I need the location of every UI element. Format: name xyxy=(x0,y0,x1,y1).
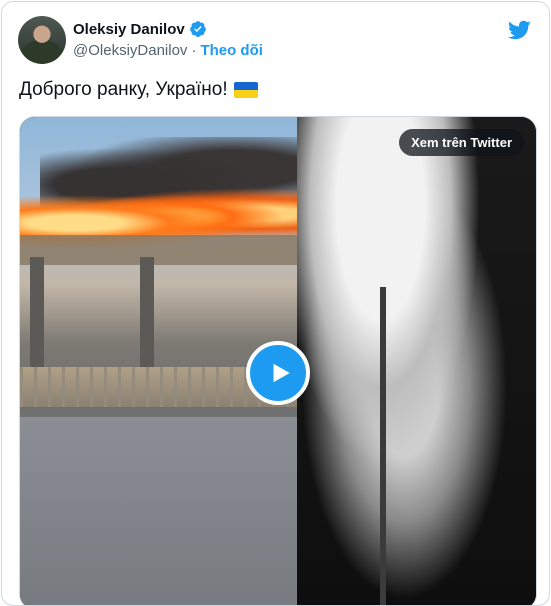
ukraine-flag-icon xyxy=(233,82,258,98)
avatar[interactable] xyxy=(18,16,66,64)
author-handle[interactable]: @OleksiyDanilov xyxy=(73,42,187,59)
author-name[interactable]: Oleksiy Danilov xyxy=(73,21,185,38)
author-name-row[interactable]: Oleksiy Danilov xyxy=(73,20,207,38)
video-player[interactable]: Xem trên Twitter xyxy=(19,116,537,605)
video-frame-right xyxy=(297,117,536,605)
play-icon xyxy=(273,363,290,383)
separator-dot: · xyxy=(191,42,197,59)
play-button[interactable] xyxy=(246,341,310,405)
tweet-text-row: Доброго ранку, Україно! xyxy=(19,79,258,101)
watch-on-twitter-button[interactable]: Xem trên Twitter xyxy=(399,129,524,156)
microphone-stand xyxy=(380,287,386,605)
tweet-text: Доброго ранку, Україно! xyxy=(19,79,228,100)
follow-button[interactable]: Theo dõi xyxy=(200,42,263,59)
verified-badge-icon xyxy=(189,21,206,37)
twitter-bird-icon[interactable] xyxy=(507,18,531,42)
handle-row: @OleksiyDanilov · Theo dõi xyxy=(73,42,263,59)
tweet-card[interactable]: Oleksiy Danilov @OleksiyDanilov · Theo d… xyxy=(1,1,550,606)
